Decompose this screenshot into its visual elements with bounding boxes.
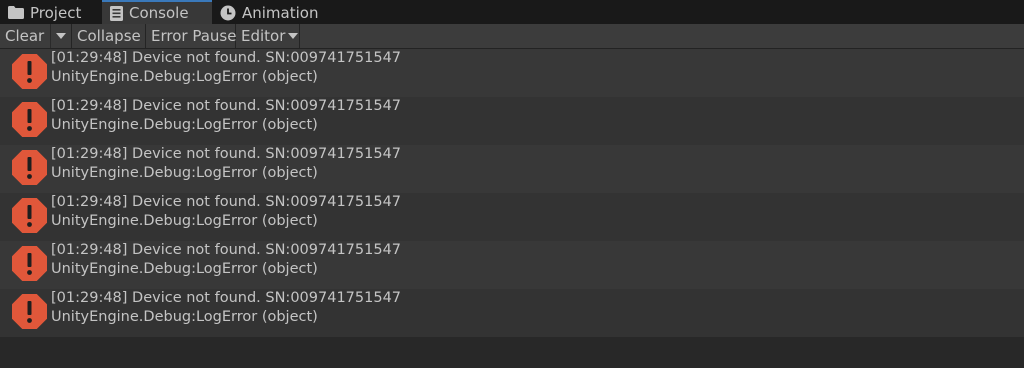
log-stacktrace: UnityEngine.Debug:LogError (object) (51, 69, 318, 85)
clock-icon (220, 5, 236, 21)
error-icon (12, 54, 47, 89)
tab-project[interactable]: Project (0, 1, 102, 24)
console-icon (110, 5, 123, 21)
error-icon (12, 294, 47, 329)
error-icon (12, 150, 47, 185)
log-entry[interactable]: [01:29:48] Device not found. SN:00974175… (0, 241, 1024, 289)
tab-animation[interactable]: Animation (212, 1, 352, 24)
log-entry[interactable]: [01:29:48] Device not found. SN:00974175… (0, 193, 1024, 241)
collapse-toggle[interactable]: Collapse (72, 24, 146, 48)
log-message: [01:29:48] Device not found. SN:00974175… (51, 98, 402, 114)
log-entry[interactable]: [01:29:48] Device not found. SN:00974175… (0, 97, 1024, 145)
log-message: [01:29:48] Device not found. SN:00974175… (51, 242, 402, 258)
log-stacktrace: UnityEngine.Debug:LogError (object) (51, 261, 318, 277)
error-icon (12, 198, 47, 233)
error-icon (12, 102, 47, 137)
log-message: [01:29:48] Device not found. SN:00974175… (51, 194, 402, 210)
log-message: [01:29:48] Device not found. SN:00974175… (51, 290, 402, 306)
console-log-list: [01:29:48] Device not found. SN:00974175… (0, 49, 1024, 337)
error-icon (12, 246, 47, 281)
tab-project-label: Project (30, 3, 82, 22)
error-pause-toggle[interactable]: Error Pause (146, 24, 236, 48)
log-stacktrace: UnityEngine.Debug:LogError (object) (51, 309, 318, 325)
tab-console-label: Console (129, 4, 189, 22)
editor-dropdown-label: Editor (241, 27, 286, 45)
log-stacktrace: UnityEngine.Debug:LogError (object) (51, 213, 318, 229)
clear-button[interactable]: Clear (0, 24, 51, 48)
log-stacktrace: UnityEngine.Debug:LogError (object) (51, 165, 318, 181)
log-entry[interactable]: [01:29:48] Device not found. SN:00974175… (0, 49, 1024, 97)
chevron-down-icon (288, 33, 299, 39)
log-stacktrace: UnityEngine.Debug:LogError (object) (51, 117, 318, 133)
log-message: [01:29:48] Device not found. SN:00974175… (51, 50, 402, 66)
tab-bar: Project Console Animation (0, 0, 1024, 24)
log-entry[interactable]: [01:29:48] Device not found. SN:00974175… (0, 289, 1024, 337)
folder-icon (8, 6, 24, 19)
tab-animation-label: Animation (242, 3, 319, 22)
tab-console[interactable]: Console (102, 0, 212, 24)
console-toolbar: Clear Collapse Error Pause Editor (0, 24, 1024, 49)
log-message: [01:29:48] Device not found. SN:00974175… (51, 146, 402, 162)
clear-options-dropdown[interactable] (51, 24, 72, 48)
editor-dropdown[interactable]: Editor (236, 24, 300, 48)
log-entry[interactable]: [01:29:48] Device not found. SN:00974175… (0, 145, 1024, 193)
chevron-down-icon (56, 33, 66, 39)
